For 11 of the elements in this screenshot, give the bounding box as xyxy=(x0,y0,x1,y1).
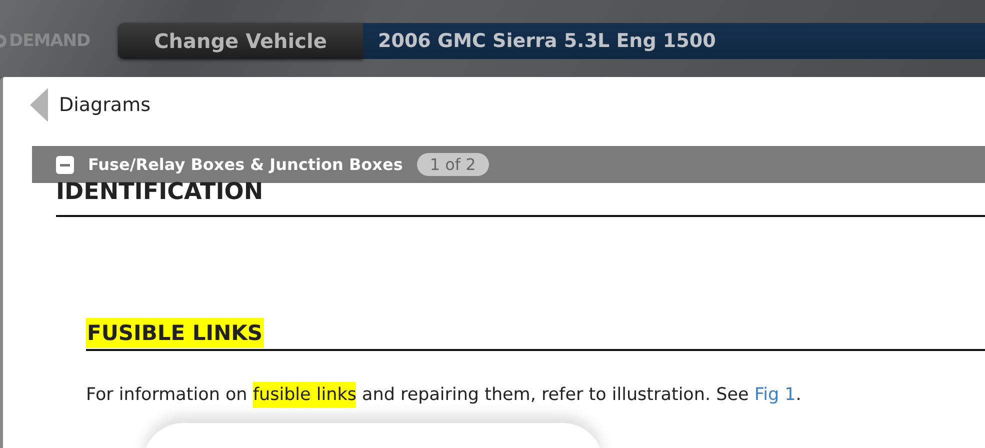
collapse-icon[interactable] xyxy=(56,156,74,174)
section-title: Fuse/Relay Boxes & Junction Boxes xyxy=(88,155,403,174)
paragraph: For information on fusible links and repairing them, refer to illustration. See Fig 1. xyxy=(86,385,985,405)
figure-link[interactable]: Fig 1 xyxy=(754,385,796,405)
section-header[interactable]: Fuse/Relay Boxes & Junction Boxes 1 of 2 xyxy=(32,146,985,183)
change-vehicle-button[interactable]: Change Vehicle xyxy=(118,22,363,58)
logo-ring-icon xyxy=(0,34,8,48)
subsection-heading: FUSIBLE LINKS xyxy=(86,318,264,348)
breadcrumb-link[interactable]: Diagrams xyxy=(59,94,150,116)
page-count-badge: 1 of 2 xyxy=(416,153,489,176)
vehicle-bar: 2006 GMC Sierra 5.3L Eng 1500 xyxy=(363,22,985,58)
